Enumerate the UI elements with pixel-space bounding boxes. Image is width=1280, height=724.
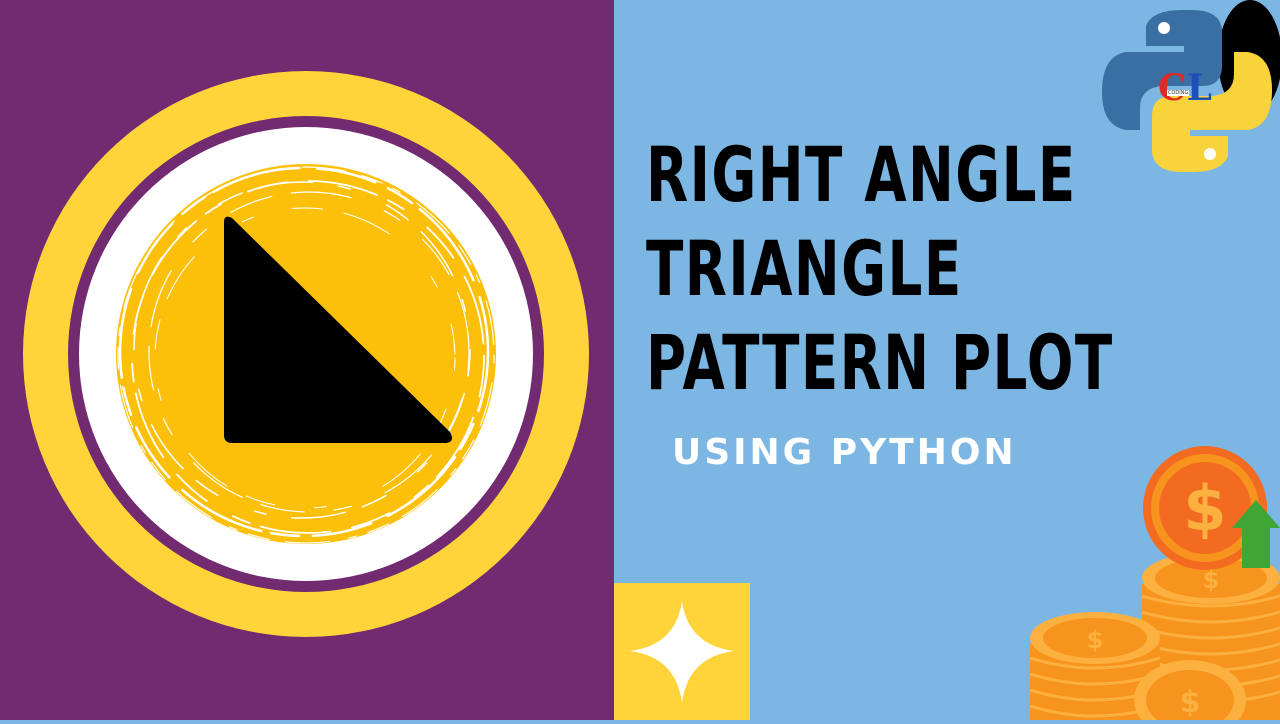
title-line-3: PATTERN PLOT bbox=[646, 318, 1114, 407]
title-line-1: RIGHT ANGLE bbox=[646, 130, 1077, 219]
sparkle-box bbox=[614, 583, 750, 720]
coin-symbol: $ bbox=[1087, 626, 1104, 654]
brand-tag: CODING bbox=[1167, 90, 1190, 96]
brand-letter-l: L bbox=[1186, 67, 1212, 109]
brand-logo: CL bbox=[1158, 70, 1212, 106]
sparkle-star-icon bbox=[630, 601, 734, 703]
brand-letter-c: C bbox=[1158, 67, 1187, 109]
coin-symbol: $ bbox=[1183, 472, 1226, 545]
coin-symbol: $ bbox=[1203, 566, 1220, 594]
coin-stack-icon: $ $ $ $ bbox=[1030, 446, 1280, 720]
right-triangle-icon bbox=[23, 71, 589, 637]
coin-symbol: $ bbox=[1180, 685, 1201, 720]
title-line-2: TRIANGLE bbox=[646, 224, 963, 313]
page-title: RIGHT ANGLE TRIANGLE PATTERN PLOT bbox=[646, 128, 1114, 410]
subtitle: USING PYTHON bbox=[672, 432, 1017, 473]
